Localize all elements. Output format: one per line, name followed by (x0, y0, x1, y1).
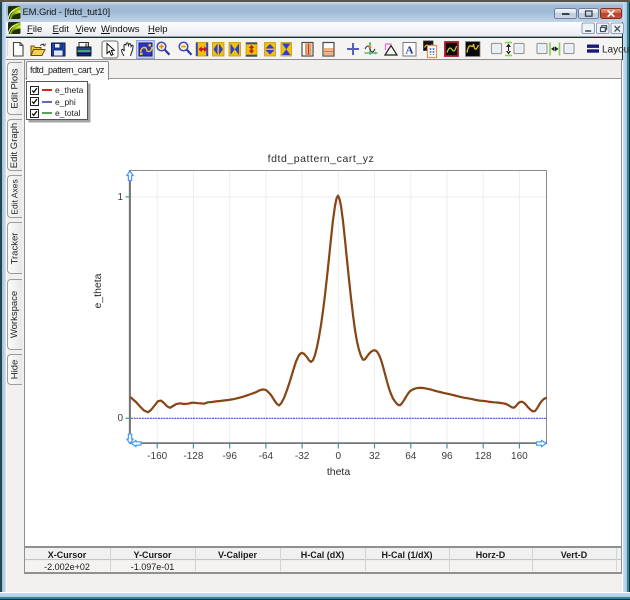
svg-text:Layout: Layout (602, 45, 630, 56)
svg-text:A: A (406, 45, 414, 57)
